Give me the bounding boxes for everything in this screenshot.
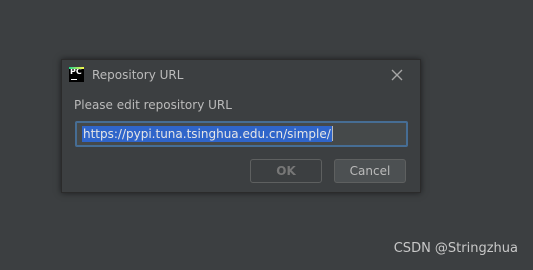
pycharm-logo-icon: PC [69, 67, 84, 82]
url-selected-text: https://pypi.tuna.tsinghua.edu.cn/simple… [82, 126, 332, 142]
text-caret [331, 126, 333, 141]
dialog-title: Repository URL [92, 68, 184, 82]
cancel-button[interactable]: Cancel [334, 159, 406, 183]
edit-url-prompt: Please edit repository URL [74, 98, 232, 112]
ok-button[interactable]: OK [250, 159, 322, 183]
csdn-watermark: CSDN @Stringzhua [393, 241, 518, 256]
close-icon[interactable] [390, 67, 404, 81]
repository-url-input[interactable]: https://pypi.tuna.tsinghua.edu.cn/simple… [75, 121, 408, 147]
logo-gradient-edge [69, 67, 84, 69]
dialog-title-bar: PC Repository URL [62, 60, 420, 90]
logo-underline [71, 79, 77, 80]
repository-url-dialog: PC Repository URL Please edit repository… [61, 59, 421, 193]
